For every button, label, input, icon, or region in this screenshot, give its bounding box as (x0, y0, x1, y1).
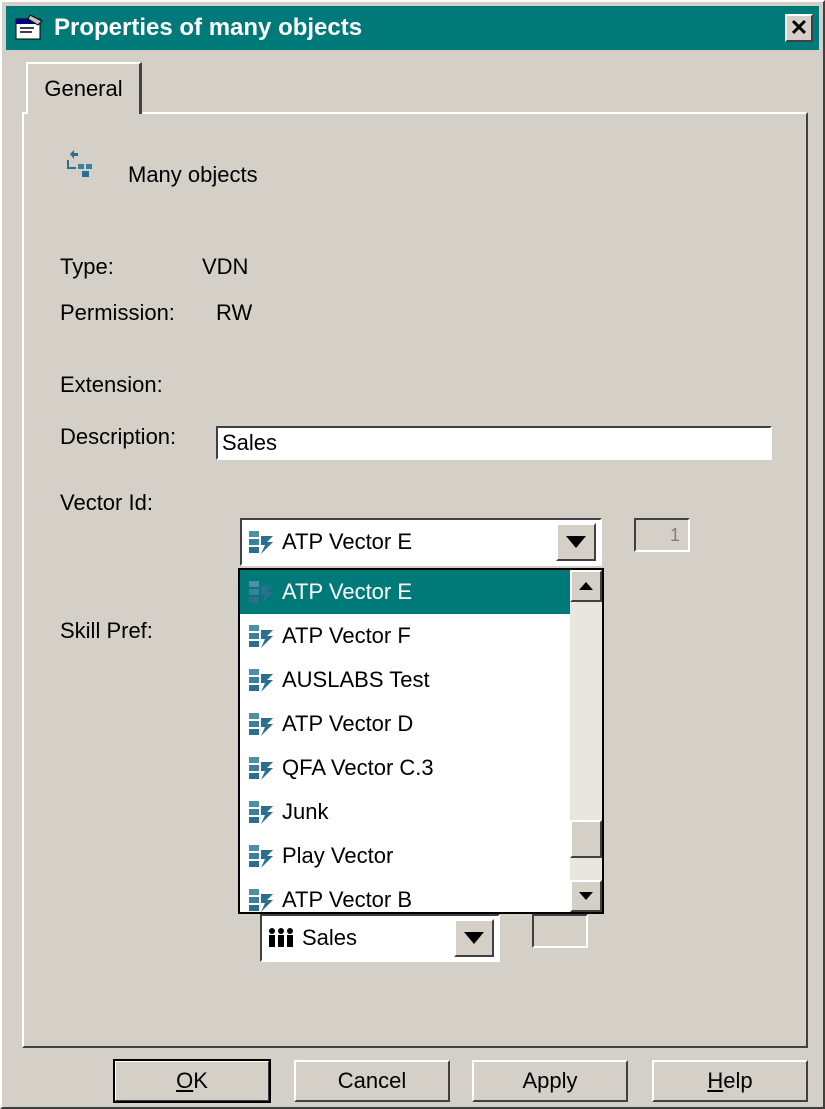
cancel-label: Cancel (337, 1068, 407, 1093)
vdn-multi-icon (64, 148, 100, 184)
vector-option[interactable]: ATP Vector F (240, 614, 572, 658)
vector-icon (246, 622, 276, 650)
help-label-rest: elp (723, 1068, 753, 1093)
help-button[interactable]: Help (652, 1060, 808, 1102)
description-value: Sales (222, 430, 278, 455)
vector-option-label: Junk (282, 799, 329, 824)
skill-number-field[interactable] (532, 914, 588, 948)
properties-dialog: Properties of many objects ✕ General Man… (0, 0, 825, 1109)
permission-value: RW (216, 300, 253, 325)
vector-option-label: ATP Vector E (282, 579, 413, 604)
vector-number: 1 (669, 525, 680, 545)
arrow-down-icon (579, 892, 593, 900)
vertical-scrollbar[interactable] (570, 570, 602, 912)
close-button[interactable]: ✕ (785, 14, 813, 42)
scroll-down-button[interactable] (570, 880, 602, 912)
vector-option[interactable]: QFA Vector C.3 (240, 746, 572, 790)
vector-icon (246, 528, 276, 556)
help-mnemonic: H (707, 1068, 724, 1093)
vector-options: ATP Vector E ATP Vector F AUSLABS Test ATP … (240, 570, 572, 912)
tab-general[interactable]: General (26, 62, 142, 114)
chevron-down-icon (464, 932, 484, 944)
vector-icon (246, 798, 276, 826)
vector-option[interactable]: AUSLABS Test (240, 658, 572, 702)
vector-icon (246, 666, 276, 694)
apply-label: Apply (522, 1068, 578, 1093)
ok-button[interactable]: OK (113, 1059, 271, 1103)
skill-pref-combobox[interactable]: Sales (260, 914, 500, 962)
vector-selected: ATP Vector E (282, 529, 413, 554)
vector-option-label: ATP Vector F (282, 623, 411, 648)
extension-label: Extension: (60, 372, 163, 397)
agents-icon (266, 924, 296, 952)
vector-option[interactable]: Junk (240, 790, 572, 834)
ok-label-rest: K (193, 1068, 208, 1093)
description-field[interactable]: Sales (216, 426, 772, 460)
vector-option[interactable]: ATP Vector B (240, 878, 572, 912)
apply-button[interactable]: Apply (472, 1060, 628, 1102)
type-label: Type: (60, 254, 114, 279)
vector-dropdown-button[interactable] (556, 523, 596, 561)
permission-label: Permission: (60, 300, 175, 325)
vector-option-label: ATP Vector B (282, 887, 413, 912)
vector-option-label: ATP Vector D (282, 711, 414, 736)
skill-selected: Sales (302, 925, 358, 950)
vector-icon (246, 842, 276, 870)
vector-option-label: Play Vector (282, 843, 394, 868)
vector-id-combobox[interactable]: ATP Vector E (240, 518, 602, 566)
vector-icon (246, 578, 276, 606)
vector-icon (246, 886, 276, 912)
vector-option-label: AUSLABS Test (282, 667, 430, 692)
skill-pref-label: Skill Pref: (60, 618, 153, 643)
cancel-button[interactable]: Cancel (294, 1060, 450, 1102)
close-icon: ✕ (789, 15, 809, 40)
chevron-down-icon (566, 536, 586, 548)
description-label: Description: (60, 424, 177, 449)
type-value: VDN (202, 254, 249, 279)
vector-option[interactable]: ATP Vector D (240, 702, 572, 746)
window-title: Properties of many objects (54, 14, 363, 41)
title-bar[interactable]: Properties of many objects ✕ (6, 6, 819, 50)
vector-option[interactable]: Play Vector (240, 834, 572, 878)
arrow-up-icon (579, 582, 593, 590)
skill-dropdown-button[interactable] (454, 919, 494, 957)
vector-option[interactable]: ATP Vector E (240, 570, 572, 614)
vector-icon (246, 754, 276, 782)
scroll-up-button[interactable] (570, 570, 602, 602)
object-name: Many objects (128, 162, 258, 187)
ok-mnemonic: O (176, 1068, 194, 1093)
scroll-thumb[interactable] (570, 820, 602, 858)
vector-number-field[interactable]: 1 (634, 518, 690, 552)
vector-dropdown-list[interactable]: ATP Vector E ATP Vector F AUSLABS Test ATP … (238, 568, 604, 914)
properties-icon (12, 11, 46, 45)
vector-icon (246, 710, 276, 738)
vector-id-label: Vector Id: (60, 490, 153, 515)
vector-option-label: QFA Vector C.3 (282, 755, 434, 780)
